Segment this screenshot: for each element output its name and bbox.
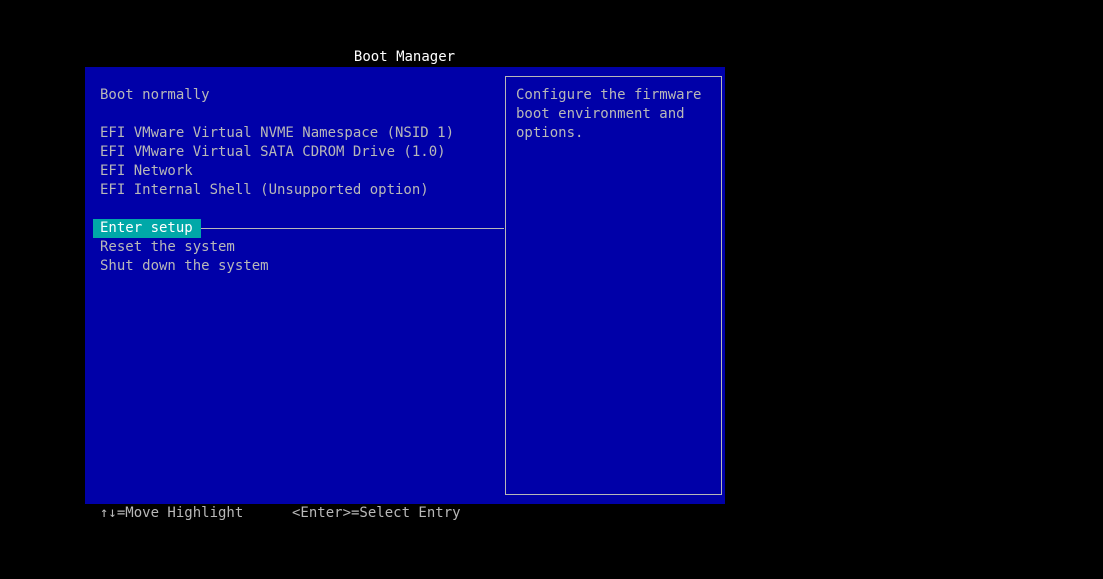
menu-item-nvme-namespace[interactable]: EFI VMware Virtual NVME Namespace (NSID … xyxy=(100,124,454,143)
menu-item-sata-cdrom[interactable]: EFI VMware Virtual SATA CDROM Drive (1.0… xyxy=(100,143,446,162)
menu-item-internal-shell[interactable]: EFI Internal Shell (Unsupported option) xyxy=(100,181,429,200)
help-text-line: Configure the firmware xyxy=(516,87,702,103)
page-title: Boot Manager xyxy=(353,49,456,65)
menu-item-boot-normally[interactable]: Boot normally xyxy=(100,86,210,105)
menu-item-efi-network[interactable]: EFI Network xyxy=(100,162,193,181)
footer-select-hint: <Enter>=Select Entry xyxy=(292,505,461,521)
help-text-line: boot environment and xyxy=(516,106,685,122)
footer-move-hint: ↑↓=Move Highlight xyxy=(100,505,244,521)
menu-item-enter-setup[interactable]: Enter setup xyxy=(93,219,201,238)
menu-separator xyxy=(197,228,504,229)
help-text-line: options. xyxy=(516,125,584,141)
menu-item-reset-system[interactable]: Reset the system xyxy=(100,238,235,257)
menu-item-shut-down[interactable]: Shut down the system xyxy=(100,257,269,276)
